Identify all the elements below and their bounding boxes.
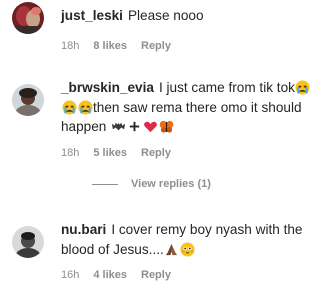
crying-face-icon: [295, 80, 310, 95]
view-replies-label: View replies (1): [131, 178, 211, 190]
view-replies-button[interactable]: View replies (1): [92, 178, 211, 190]
comment-likes[interactable]: 4 likes: [93, 269, 127, 281]
comment-likes[interactable]: 5 likes: [93, 147, 127, 159]
avatar-image: [12, 84, 44, 116]
comment-timestamp[interactable]: 18h: [61, 147, 79, 159]
comment-username[interactable]: nu.bari: [61, 222, 106, 237]
avatar[interactable]: [12, 84, 44, 116]
crying-face-icon: [61, 99, 77, 115]
comment-item: just_leski Please nooo 18h 8 likes Reply: [0, 0, 326, 60]
comment-text: Please nooo: [127, 8, 204, 23]
comment-username[interactable]: just_leski: [61, 8, 123, 23]
avatar[interactable]: [12, 226, 44, 258]
reply-button[interactable]: Reply: [141, 40, 171, 52]
comment-timestamp[interactable]: 16h: [61, 269, 79, 281]
view-replies-divider: [92, 183, 118, 185]
reply-button[interactable]: Reply: [141, 269, 171, 281]
comment-timestamp[interactable]: 18h: [61, 40, 79, 52]
flushed-face-icon: [180, 241, 195, 257]
heart-icon: [143, 119, 158, 134]
plus-icon: [127, 119, 142, 134]
reply-button[interactable]: Reply: [141, 147, 171, 159]
butterfly-icon: [159, 119, 174, 134]
comment-text: I just came from tik tok: [158, 80, 295, 95]
avatar[interactable]: [12, 2, 44, 34]
folded-hands-icon: [164, 242, 179, 257]
comment-item: nu.bari I cover remy boy nyash with the b…: [0, 210, 326, 294]
crying-face-icon: [77, 99, 93, 115]
avatar-image: [12, 226, 44, 258]
comment-username[interactable]: _brwskin_evia: [61, 80, 154, 95]
avatar-image: [12, 2, 44, 34]
bat-icon: [111, 119, 126, 134]
comment-likes[interactable]: 8 likes: [93, 40, 127, 52]
comment-text: then saw rema there omo it should happen: [61, 99, 302, 135]
